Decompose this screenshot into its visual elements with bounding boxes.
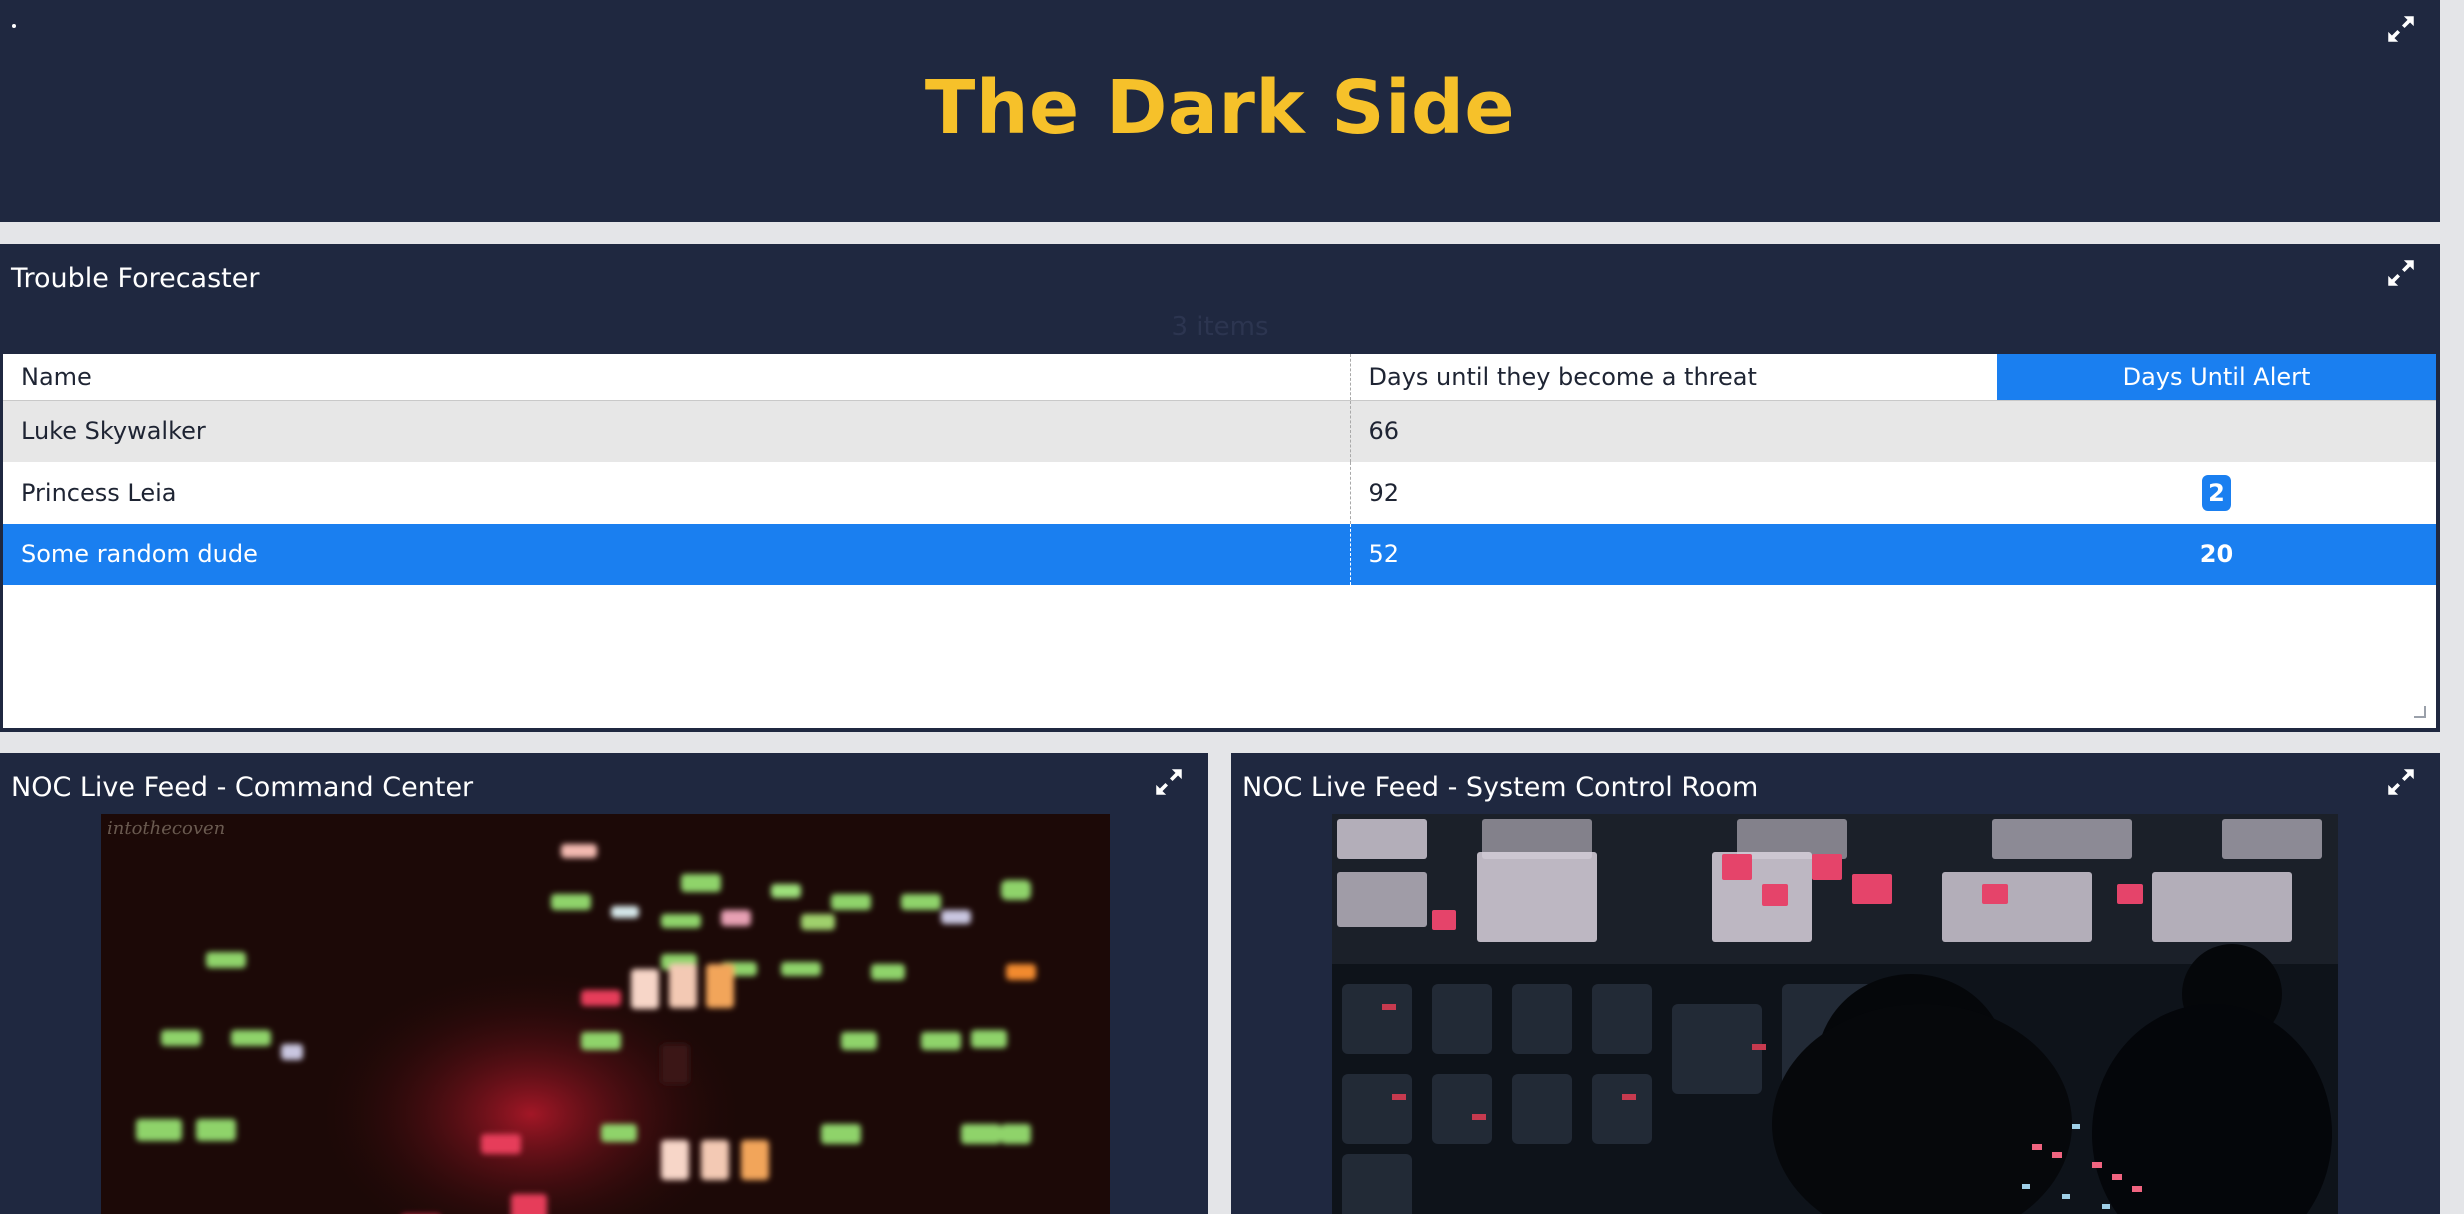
table-row[interactable]: Luke Skywalker 66 — [3, 400, 2436, 462]
trouble-forecaster-panel: Trouble Forecaster 3 items Name Days unt… — [0, 244, 2440, 732]
widget-title: Trouble Forecaster — [11, 263, 260, 294]
resize-handle[interactable] — [2414, 706, 2426, 718]
cell-alert: 2 — [1997, 462, 2436, 524]
system-control-room-video[interactable] — [1332, 814, 2338, 1214]
expand-icon[interactable] — [1152, 765, 1186, 799]
dashboard-title: The Dark Side — [924, 65, 1516, 151]
dot-marker — [12, 24, 16, 28]
widget-title: NOC Live Feed - System Control Room — [1242, 772, 1759, 803]
dashboard: The Dark Side Trouble Forecaster 3 items — [0, 0, 2464, 1214]
table-header-row: Name Days until they become a threat Day… — [3, 354, 2436, 401]
cell-alert — [1997, 400, 2436, 462]
command-center-video[interactable]: intothecoven — [101, 814, 1110, 1214]
widget-title: NOC Live Feed - Command Center — [11, 772, 474, 803]
cell-alert: 20 — [1997, 524, 2436, 588]
video-watermark: intothecoven — [107, 818, 226, 839]
alert-value: 20 — [2199, 540, 2234, 569]
column-header-days-alert[interactable]: Days Until Alert — [1997, 354, 2436, 401]
cell-name: Some random dude — [3, 524, 1351, 588]
table-row[interactable]: Princess Leia 92 2 — [3, 462, 2436, 524]
cell-days: 92 — [1350, 462, 1997, 524]
alert-badge: 2 — [2202, 474, 2231, 512]
items-count: 3 items — [1171, 312, 1269, 342]
cell-name: Luke Skywalker — [3, 400, 1351, 462]
control-panel-lights-image — [101, 814, 1110, 1214]
page-scroll-gutter — [2440, 0, 2464, 1214]
cell-days: 66 — [1350, 400, 1997, 462]
column-header-name[interactable]: Name — [3, 354, 1351, 401]
system-control-room-feed-panel: NOC Live Feed - System Control Room — [1231, 753, 2440, 1214]
column-header-days-threat[interactable]: Days until they become a threat — [1350, 354, 1997, 401]
expand-icon[interactable] — [2384, 256, 2418, 290]
expand-icon[interactable] — [2384, 12, 2418, 46]
command-center-feed-panel: NOC Live Feed - Command Center intotheco… — [0, 753, 1208, 1214]
header-panel: The Dark Side — [0, 0, 2440, 222]
cell-name: Princess Leia — [3, 462, 1351, 524]
cell-days: 52 — [1350, 524, 1997, 588]
expand-icon[interactable] — [2384, 765, 2418, 799]
table-row-selected[interactable]: Some random dude 52 20 — [3, 524, 2436, 588]
forecast-table: Name Days until they become a threat Day… — [3, 354, 2436, 588]
forecast-table-container: Name Days until they become a threat Day… — [1, 354, 2438, 730]
control-room-image — [1332, 814, 2338, 1214]
